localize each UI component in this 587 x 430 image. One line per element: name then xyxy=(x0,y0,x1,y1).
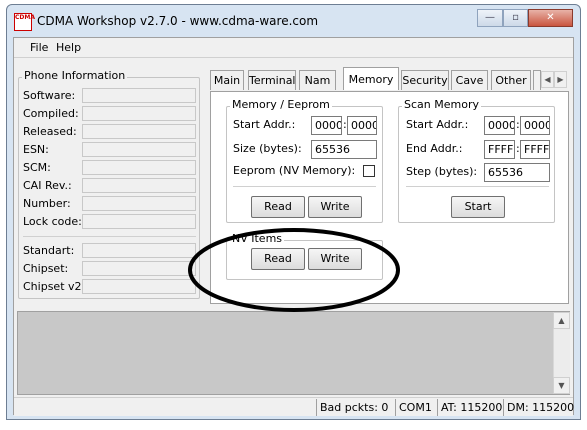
scm-field xyxy=(82,160,196,175)
eeprom-nv-checkbox[interactable] xyxy=(363,165,375,177)
scan-end-addr-lo-input[interactable]: FFFF xyxy=(520,140,550,159)
esn-field xyxy=(82,142,196,157)
log-scroll-up-icon[interactable]: ▲ xyxy=(553,312,570,329)
tab-security[interactable]: Security xyxy=(401,70,449,90)
chipset-v2-field xyxy=(82,279,196,294)
scan-start-addr-lo-input[interactable]: 0000 xyxy=(520,116,550,135)
chipset-field xyxy=(82,261,196,276)
log-area[interactable] xyxy=(17,311,570,395)
number-label: Number: xyxy=(23,197,71,210)
tab-cave[interactable]: Cave xyxy=(451,70,488,90)
status-dm-baud: DM: 115200 xyxy=(503,399,574,416)
tab-hidden-partial[interactable] xyxy=(533,70,541,90)
close-button[interactable]: ✕ xyxy=(528,9,573,27)
memory-write-button[interactable]: Write xyxy=(308,196,362,218)
software-label: Software: xyxy=(23,89,76,102)
minimize-button[interactable]: — xyxy=(477,9,503,27)
status-bar: Bad pckts: 0 COM1 AT: 115200 DM: 115200 xyxy=(14,397,574,416)
scan-start-button[interactable]: Start xyxy=(451,196,505,218)
menu-file[interactable]: File xyxy=(30,41,48,54)
standart-field xyxy=(82,243,196,258)
cai-rev-label: CAI Rev.: xyxy=(23,179,72,192)
scan-memory-title: Scan Memory xyxy=(402,98,481,111)
esn-label: ESN: xyxy=(23,143,49,156)
tab-terminal[interactable]: Terminal xyxy=(248,70,296,90)
mem-start-addr-hi-input[interactable]: 0000 xyxy=(311,116,342,135)
scm-label: SCM: xyxy=(23,161,51,174)
scan-step-input[interactable]: 65536 xyxy=(484,163,550,182)
tab-scroll-left-icon[interactable]: ◀ xyxy=(541,71,554,88)
tab-memory[interactable]: Memory xyxy=(343,67,399,90)
app-window: CDMA CDMA Workshop v2.7.0 - www.cdma-war… xyxy=(6,4,581,420)
scan-start-addr-hi-input[interactable]: 0000 xyxy=(484,116,515,135)
number-field xyxy=(82,196,196,211)
lock-code-field xyxy=(82,214,196,229)
tab-other[interactable]: Other xyxy=(491,70,531,90)
software-field xyxy=(82,88,196,103)
compiled-label: Compiled: xyxy=(23,107,79,120)
memory-eeprom-title: Memory / Eeprom xyxy=(230,98,332,111)
log-scroll-down-icon[interactable]: ▼ xyxy=(553,377,570,394)
mem-start-addr-label: Start Addr.: xyxy=(233,118,296,131)
title-bar[interactable]: CDMA CDMA Workshop v2.7.0 - www.cdma-war… xyxy=(7,5,580,37)
status-at-baud: AT: 115200 xyxy=(437,399,503,416)
standart-label: Standart: xyxy=(23,244,75,257)
window-title: CDMA Workshop v2.7.0 - www.cdma-ware.com xyxy=(37,14,319,28)
released-label: Released: xyxy=(23,125,77,138)
phone-information-title: Phone Information xyxy=(22,69,128,82)
scan-start-addr-label: Start Addr.: xyxy=(406,118,469,131)
phone-info-separator xyxy=(23,236,196,237)
memory-read-button[interactable]: Read xyxy=(251,196,305,218)
cai-rev-field xyxy=(82,178,196,193)
highlight-ellipse xyxy=(188,228,400,312)
client-area: File Help Phone Information Software: Co… xyxy=(13,37,574,416)
scan-separator xyxy=(406,186,549,187)
tab-scroll-right-icon[interactable]: ▶ xyxy=(554,71,567,88)
mem-separator xyxy=(233,186,376,187)
released-field xyxy=(82,124,196,139)
eeprom-nv-label: Eeprom (NV Memory): xyxy=(233,164,356,177)
mem-size-input[interactable]: 65536 xyxy=(311,140,377,159)
mem-start-addr-lo-input[interactable]: 0000 xyxy=(347,116,377,135)
chipset-v2-label: Chipset v2: xyxy=(23,280,86,293)
tab-main[interactable]: Main xyxy=(210,70,244,90)
compiled-field xyxy=(82,106,196,121)
scan-end-addr-label: End Addr.: xyxy=(406,142,463,155)
scan-step-label: Step (bytes): xyxy=(406,165,478,178)
status-bad-packets: Bad pckts: 0 xyxy=(316,399,394,416)
scan-end-addr-hi-input[interactable]: FFFF xyxy=(484,140,515,159)
menu-help[interactable]: Help xyxy=(56,41,81,54)
status-port: COM1 xyxy=(395,399,437,416)
mem-size-label: Size (bytes): xyxy=(233,142,302,155)
maximize-button[interactable]: ▫ xyxy=(503,9,528,27)
chipset-label: Chipset: xyxy=(23,262,69,275)
lock-code-label: Lock code: xyxy=(23,215,82,228)
menu-bar: File Help xyxy=(14,38,573,58)
tab-nam[interactable]: Nam xyxy=(299,70,336,90)
app-logo-icon: CDMA xyxy=(14,13,35,31)
